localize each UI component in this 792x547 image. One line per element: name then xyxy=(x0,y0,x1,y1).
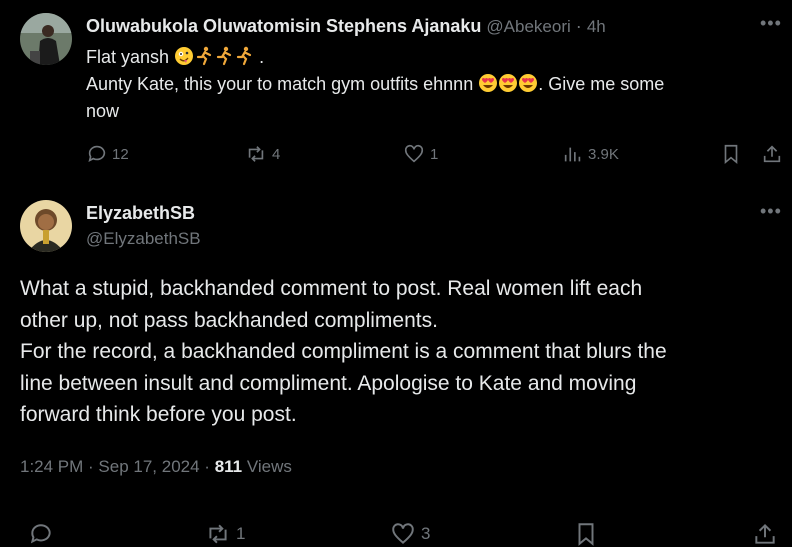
main-views-label: Views xyxy=(246,457,292,476)
reply-separator: · xyxy=(575,16,582,36)
main-timestamp[interactable]: 1:24 PM · Sep 17, 2024 · xyxy=(20,457,210,476)
main-reply-button[interactable] xyxy=(28,521,54,547)
reply-like-button[interactable]: 1 xyxy=(402,143,438,165)
reply-handle[interactable]: @Abekeori xyxy=(486,17,570,36)
heart-icon xyxy=(392,523,414,544)
main-display-name[interactable]: ElyzabethSB xyxy=(86,203,195,224)
main-avatar[interactable] xyxy=(20,200,72,252)
runner-emoji-icon xyxy=(236,46,252,66)
main-body-line: forward think before you post. xyxy=(20,403,297,426)
main-body: What a stupid, backhanded comment to pos… xyxy=(20,273,780,431)
reply-avatar[interactable] xyxy=(20,13,72,65)
reply-replies-count: 12 xyxy=(112,145,129,163)
repost-icon xyxy=(248,146,264,162)
main-meta: 1:24 PM · Sep 17, 2024 · 811 Views xyxy=(20,457,292,477)
runner-emoji-icon xyxy=(196,46,212,66)
main-reposts-count: 1 xyxy=(236,524,246,543)
reply-share-icon[interactable] xyxy=(761,143,783,165)
reply-views-button[interactable]: 3.9K xyxy=(562,143,619,165)
main-more-icon[interactable]: ••• xyxy=(760,202,782,220)
main-bookmark-icon[interactable] xyxy=(573,521,599,547)
reply-line-3: now xyxy=(86,101,120,121)
heart-eyes-emoji-icon xyxy=(499,74,518,92)
reply-repost-button[interactable]: 4 xyxy=(244,143,280,165)
heart-eyes-emoji-icon xyxy=(479,74,498,92)
reply-line-1: Flat yansh . xyxy=(86,46,265,67)
main-handle[interactable]: @ElyzabethSB xyxy=(86,229,201,249)
reply-line-2: Aunty Kate, this your to match gym outfi… xyxy=(86,74,665,94)
reply-bubble-icon xyxy=(30,524,51,544)
reply-more-icon[interactable]: ••• xyxy=(760,14,782,32)
heart-eyes-emoji-icon xyxy=(519,74,538,92)
reply-bookmark-icon[interactable] xyxy=(720,143,742,165)
main-share-icon[interactable] xyxy=(752,521,778,547)
main-like-button[interactable]: 3 xyxy=(389,521,430,547)
main-body-line: For the record, a backhanded compliment … xyxy=(20,340,667,363)
reply-text: Flat yansh . Aunty Kate, this your to ma… xyxy=(86,44,776,125)
main-body-line: other up, not pass backhanded compliment… xyxy=(20,308,438,332)
reply-views-count: 3.9K xyxy=(588,145,619,163)
main-views-count: 811 xyxy=(214,457,243,476)
runner-emoji-icon xyxy=(216,46,232,66)
heart-icon xyxy=(404,144,424,163)
main-body-line: line between insult and compliment. Apol… xyxy=(20,371,637,395)
reply-reply-button[interactable]: 12 xyxy=(86,143,129,165)
analytics-bar-icon xyxy=(564,147,581,162)
main-body-line: What a stupid, backhanded comment to pos… xyxy=(20,277,643,300)
main-repost-button[interactable]: 1 xyxy=(204,521,245,547)
reply-display-name[interactable]: Oluwabukola Oluwatomisin Stephens Ajanak… xyxy=(86,16,481,36)
repost-icon xyxy=(209,524,227,544)
reply-likes-count: 1 xyxy=(430,145,439,163)
main-likes-count: 3 xyxy=(421,524,431,543)
reply-time[interactable]: 4h xyxy=(587,17,606,36)
zany-face-emoji-icon xyxy=(175,47,194,65)
reply-reposts-count: 4 xyxy=(272,145,281,163)
reply-bubble-icon xyxy=(88,145,106,162)
reply-header: Oluwabukola Oluwatomisin Stephens Ajanak… xyxy=(86,16,606,37)
